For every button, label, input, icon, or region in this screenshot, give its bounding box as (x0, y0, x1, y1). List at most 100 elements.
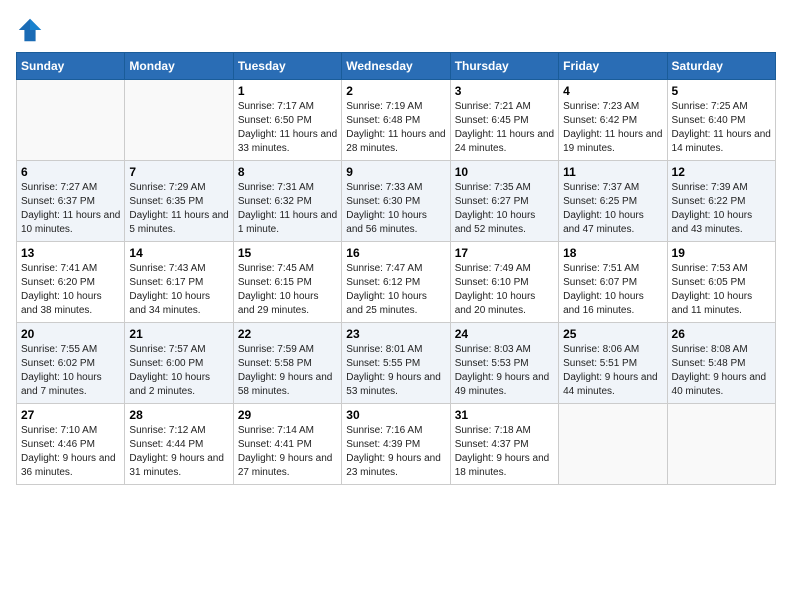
day-cell (559, 404, 667, 485)
day-info: Sunrise: 7:31 AMSunset: 6:32 PMDaylight:… (238, 181, 337, 237)
col-header-friday: Friday (559, 53, 667, 80)
day-cell: 23Sunrise: 8:01 AMSunset: 5:55 PMDayligh… (342, 323, 450, 404)
day-cell: 13Sunrise: 7:41 AMSunset: 6:20 PMDayligh… (17, 242, 125, 323)
day-cell (667, 404, 775, 485)
day-info: Sunrise: 7:45 AMSunset: 6:15 PMDaylight:… (238, 262, 337, 318)
day-number: 16 (346, 246, 445, 260)
day-info: Sunrise: 7:10 AMSunset: 4:46 PMDaylight:… (21, 424, 120, 480)
day-info: Sunrise: 7:29 AMSunset: 6:35 PMDaylight:… (129, 181, 228, 237)
day-number: 28 (129, 408, 228, 422)
day-info: Sunrise: 7:49 AMSunset: 6:10 PMDaylight:… (455, 262, 554, 318)
day-number: 14 (129, 246, 228, 260)
day-info: Sunrise: 7:16 AMSunset: 4:39 PMDaylight:… (346, 424, 445, 480)
day-cell: 22 Sunrise: 7:59 AMSunset: 5:58 PMDayligh… (233, 323, 341, 404)
day-number: 9 (346, 165, 445, 179)
day-number: 7 (129, 165, 228, 179)
day-info: Sunrise: 7:23 AMSunset: 6:42 PMDaylight:… (563, 100, 662, 156)
day-info: Sunrise: 7:55 AMSunset: 6:02 PMDaylight:… (21, 343, 120, 399)
col-header-sunday: Sunday (17, 53, 125, 80)
day-number: 2 (346, 84, 445, 98)
week-row-4: 20 Sunrise: 7:55 AMSunset: 6:02 PMDayligh… (17, 323, 776, 404)
day-number: 20 (21, 327, 120, 341)
col-header-wednesday: Wednesday (342, 53, 450, 80)
col-header-tuesday: Tuesday (233, 53, 341, 80)
day-number: 21 (129, 327, 228, 341)
day-number: 4 (563, 84, 662, 98)
day-info: Sunrise: 7:27 AMSunset: 6:37 PMDaylight:… (21, 181, 120, 237)
day-info: Sunrise: 8:01 AMSunset: 5:55 PMDaylight:… (346, 343, 445, 399)
week-row-3: 13Sunrise: 7:41 AMSunset: 6:20 PMDayligh… (17, 242, 776, 323)
day-number: 17 (455, 246, 554, 260)
day-number: 25 (563, 327, 662, 341)
day-cell: 11Sunrise: 7:37 AMSunset: 6:25 PMDayligh… (559, 161, 667, 242)
day-info: Sunrise: 7:19 AMSunset: 6:48 PMDaylight:… (346, 100, 445, 156)
logo (16, 16, 48, 44)
day-number: 3 (455, 84, 554, 98)
day-number: 5 (672, 84, 771, 98)
day-info: Sunrise: 7:39 AMSunset: 6:22 PMDaylight:… (672, 181, 771, 237)
day-info: Sunrise: 7:59 AMSunset: 5:58 PMDaylight:… (238, 343, 337, 399)
day-info: Sunrise: 7:57 AMSunset: 6:00 PMDaylight:… (129, 343, 228, 399)
day-cell: 19 Sunrise: 7:53 AMSunset: 6:05 PMDayligh… (667, 242, 775, 323)
day-info: Sunrise: 7:17 AMSunset: 6:50 PMDaylight:… (238, 100, 337, 156)
day-cell: 27 Sunrise: 7:10 AMSunset: 4:46 PMDayligh… (17, 404, 125, 485)
col-header-monday: Monday (125, 53, 233, 80)
day-cell: 8 Sunrise: 7:31 AMSunset: 6:32 PMDaylight… (233, 161, 341, 242)
page-header (16, 16, 776, 44)
week-row-2: 6 Sunrise: 7:27 AMSunset: 6:37 PMDaylight… (17, 161, 776, 242)
day-cell: 31 Sunrise: 7:18 AMSunset: 4:37 PMDayligh… (450, 404, 558, 485)
day-info: Sunrise: 8:03 AMSunset: 5:53 PMDaylight:… (455, 343, 554, 399)
col-header-saturday: Saturday (667, 53, 775, 80)
day-cell: 4 Sunrise: 7:23 AMSunset: 6:42 PMDaylight… (559, 80, 667, 161)
day-cell: 5 Sunrise: 7:25 AMSunset: 6:40 PMDaylight… (667, 80, 775, 161)
day-cell: 18 Sunrise: 7:51 AMSunset: 6:07 PMDayligh… (559, 242, 667, 323)
day-number: 12 (672, 165, 771, 179)
day-number: 29 (238, 408, 337, 422)
day-cell: 21 Sunrise: 7:57 AMSunset: 6:00 PMDayligh… (125, 323, 233, 404)
day-number: 19 (672, 246, 771, 260)
day-number: 6 (21, 165, 120, 179)
day-info: Sunrise: 7:33 AMSunset: 6:30 PMDaylight:… (346, 181, 445, 237)
day-number: 1 (238, 84, 337, 98)
day-info: Sunrise: 7:21 AMSunset: 6:45 PMDaylight:… (455, 100, 554, 156)
day-cell: 15Sunrise: 7:45 AMSunset: 6:15 PMDayligh… (233, 242, 341, 323)
header-row: SundayMondayTuesdayWednesdayThursdayFrid… (17, 53, 776, 80)
day-number: 27 (21, 408, 120, 422)
day-number: 10 (455, 165, 554, 179)
day-cell (125, 80, 233, 161)
day-info: Sunrise: 7:53 AMSunset: 6:05 PMDaylight:… (672, 262, 771, 318)
day-cell: 14 Sunrise: 7:43 AMSunset: 6:17 PMDayligh… (125, 242, 233, 323)
week-row-1: 1 Sunrise: 7:17 AMSunset: 6:50 PMDaylight… (17, 80, 776, 161)
day-number: 11 (563, 165, 662, 179)
day-info: Sunrise: 7:43 AMSunset: 6:17 PMDaylight:… (129, 262, 228, 318)
day-number: 8 (238, 165, 337, 179)
day-info: Sunrise: 7:14 AMSunset: 4:41 PMDaylight:… (238, 424, 337, 480)
day-cell: 28Sunrise: 7:12 AMSunset: 4:44 PMDayligh… (125, 404, 233, 485)
day-cell: 20 Sunrise: 7:55 AMSunset: 6:02 PMDayligh… (17, 323, 125, 404)
day-cell: 29 Sunrise: 7:14 AMSunset: 4:41 PMDayligh… (233, 404, 341, 485)
day-cell: 17 Sunrise: 7:49 AMSunset: 6:10 PMDayligh… (450, 242, 558, 323)
col-header-thursday: Thursday (450, 53, 558, 80)
day-info: Sunrise: 7:18 AMSunset: 4:37 PMDaylight:… (455, 424, 554, 480)
day-info: Sunrise: 7:51 AMSunset: 6:07 PMDaylight:… (563, 262, 662, 318)
day-number: 18 (563, 246, 662, 260)
day-info: Sunrise: 7:47 AMSunset: 6:12 PMDaylight:… (346, 262, 445, 318)
day-info: Sunrise: 8:08 AMSunset: 5:48 PMDaylight:… (672, 343, 771, 399)
logo-icon (16, 16, 44, 44)
day-cell (17, 80, 125, 161)
day-cell: 2 Sunrise: 7:19 AMSunset: 6:48 PMDaylight… (342, 80, 450, 161)
day-number: 26 (672, 327, 771, 341)
day-number: 30 (346, 408, 445, 422)
day-cell: 9 Sunrise: 7:33 AMSunset: 6:30 PMDaylight… (342, 161, 450, 242)
day-info: Sunrise: 7:25 AMSunset: 6:40 PMDaylight:… (672, 100, 771, 156)
day-cell: 7 Sunrise: 7:29 AMSunset: 6:35 PMDaylight… (125, 161, 233, 242)
day-number: 31 (455, 408, 554, 422)
day-info: Sunrise: 7:41 AMSunset: 6:20 PMDaylight:… (21, 262, 120, 318)
day-info: Sunrise: 8:06 AMSunset: 5:51 PMDaylight:… (563, 343, 662, 399)
calendar-table: SundayMondayTuesdayWednesdayThursdayFrid… (16, 52, 776, 485)
day-cell: 10Sunrise: 7:35 AMSunset: 6:27 PMDayligh… (450, 161, 558, 242)
day-number: 22 (238, 327, 337, 341)
day-cell: 6 Sunrise: 7:27 AMSunset: 6:37 PMDaylight… (17, 161, 125, 242)
week-row-5: 27 Sunrise: 7:10 AMSunset: 4:46 PMDayligh… (17, 404, 776, 485)
day-cell: 24Sunrise: 8:03 AMSunset: 5:53 PMDayligh… (450, 323, 558, 404)
